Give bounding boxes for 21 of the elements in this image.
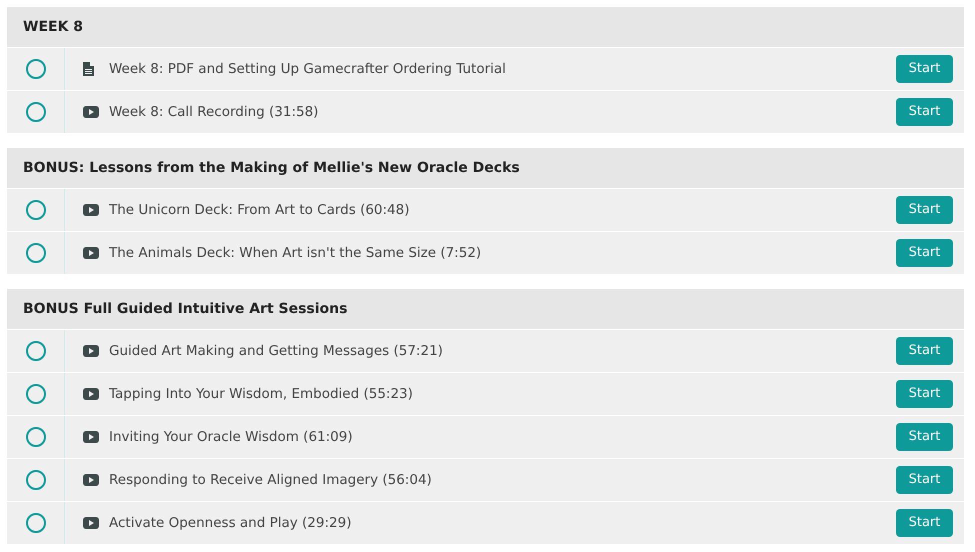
document-icon — [83, 62, 94, 76]
play-icon — [83, 474, 99, 486]
play-icon — [83, 388, 99, 400]
lesson-title[interactable]: Tapping Into Your Wisdom, Embodied (55:23) — [109, 384, 896, 404]
play-icon — [83, 204, 99, 216]
lesson-title[interactable]: Inviting Your Oracle Wisdom (61:09) — [109, 426, 896, 448]
lesson-title[interactable]: Responding to Receive Aligned Imagery (56:04) — [109, 470, 896, 490]
lesson-title[interactable]: The Animals Deck: When Art isn't the Same Size (7:52) — [109, 242, 896, 264]
play-icon — [83, 345, 99, 357]
lesson-title[interactable]: Week 8: PDF and Setting Up Gamecrafter Ordering Tutorial — [109, 58, 896, 80]
play-icon — [83, 431, 99, 443]
play-icon — [83, 106, 99, 118]
play-icon — [83, 517, 99, 529]
section-title: BONUS: Lessons from the Making of Mellie's New Oracle Decks — [23, 158, 520, 178]
lesson-title[interactable]: Week 8: Call Recording (31:58) — [109, 102, 896, 122]
lesson-title[interactable]: Activate Openness and Play (29:29) — [109, 512, 896, 534]
lesson-title[interactable]: The Unicorn Deck: From Art to Cards (60:48) — [109, 200, 896, 220]
section-title: WEEK 8 — [23, 18, 84, 36]
play-icon — [83, 247, 99, 259]
lesson-title[interactable]: Guided Art Making and Getting Messages (57:21) — [109, 340, 896, 362]
section-title: BONUS Full Guided Intuitive Art Sessions — [23, 300, 348, 318]
